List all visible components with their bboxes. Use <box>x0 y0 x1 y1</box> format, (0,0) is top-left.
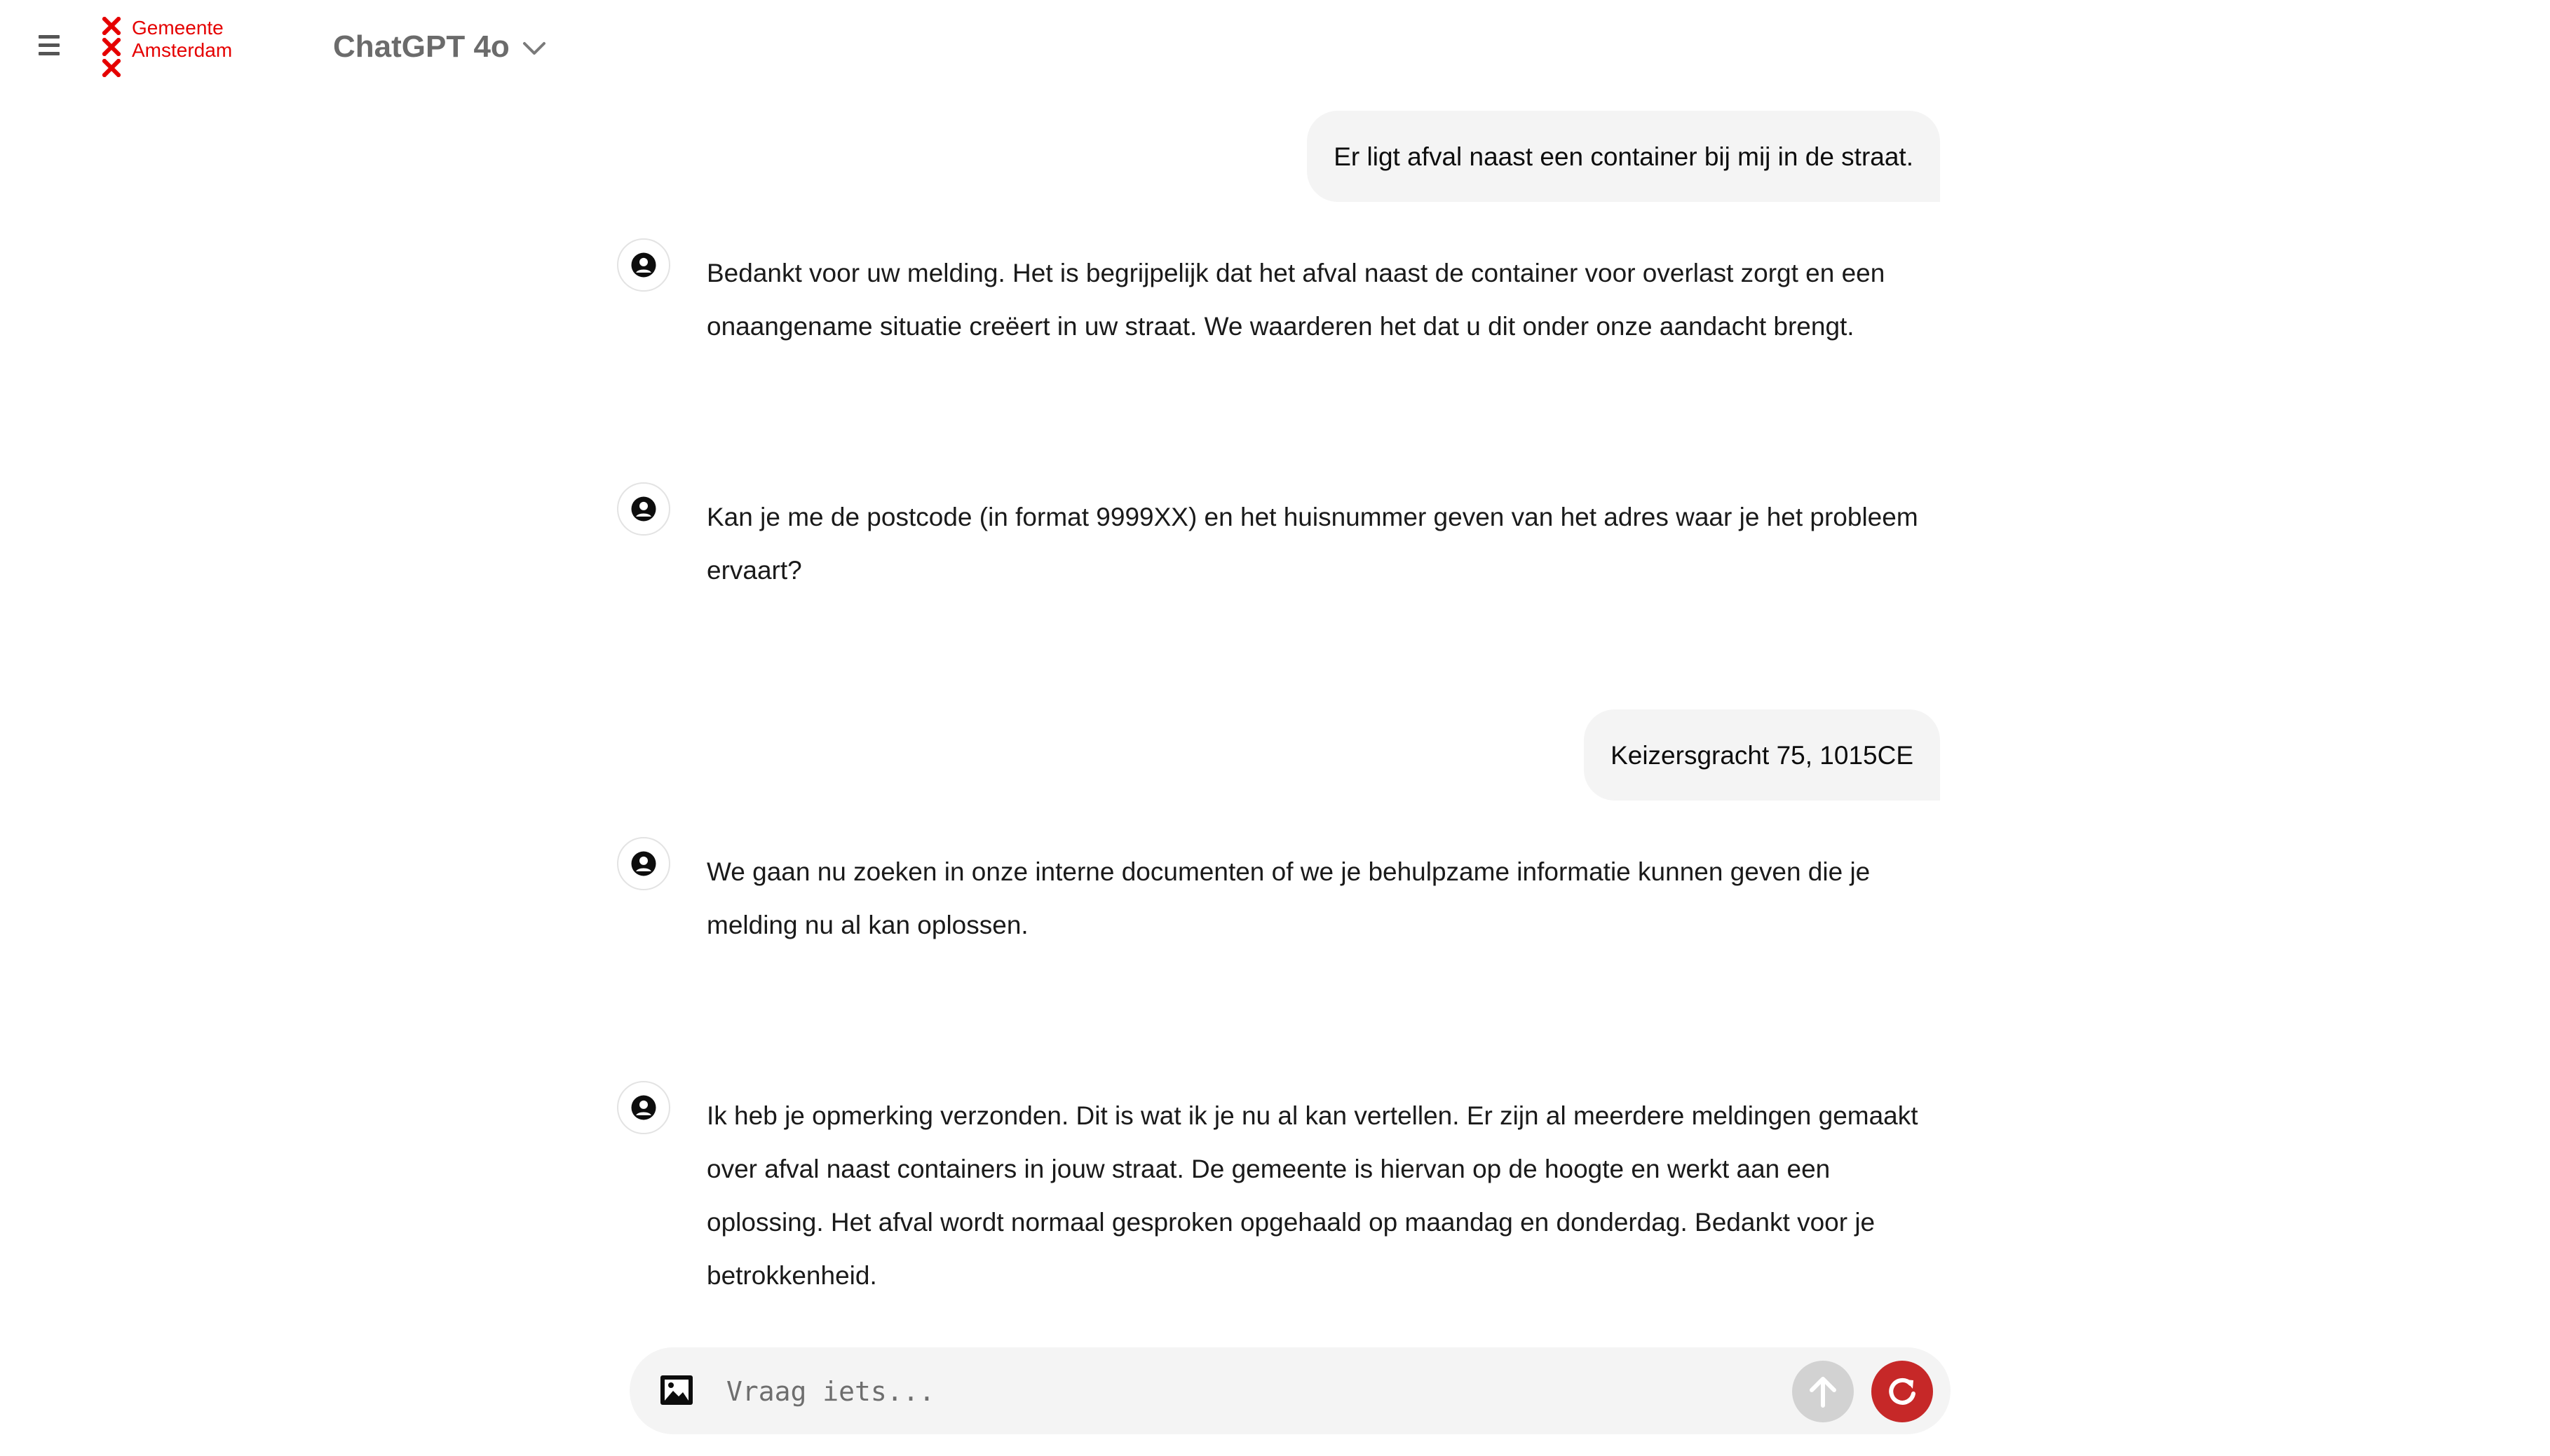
user-circle-icon <box>631 851 656 876</box>
logo-text: Gemeente Amsterdam <box>132 17 232 62</box>
gemeente-amsterdam-logo[interactable]: Gemeente Amsterdam <box>102 17 271 83</box>
send-button[interactable] <box>1792 1361 1854 1422</box>
user-message: Er ligt afval naast een container bij mi… <box>617 111 1942 202</box>
user-message: Keizersgracht 75, 1015CE <box>617 709 1942 801</box>
assistant-avatar <box>617 238 670 292</box>
logo-line-1: Gemeente <box>132 17 224 39</box>
user-circle-icon <box>631 252 656 278</box>
hamburger-icon <box>39 35 60 39</box>
user-circle-icon <box>631 496 656 522</box>
chat-thread: Er ligt afval naast een container bij mi… <box>617 111 1942 1302</box>
header: Gemeente Amsterdam ChatGPT 4o <box>0 0 2550 98</box>
assistant-message-text: Kan je me de postcode (in format 9999XX)… <box>707 503 1918 585</box>
user-message-bubble: Er ligt afval naast een container bij mi… <box>1307 111 1940 202</box>
assistant-message-text: Bedankt voor uw melding. Het is begrijpe… <box>707 259 1885 341</box>
menu-button[interactable] <box>36 35 62 59</box>
arrow-up-icon <box>1810 1377 1836 1408</box>
assistant-message-text: We gaan nu zoeken in onze interne docume… <box>707 857 1871 939</box>
x-crosses-icon <box>102 17 125 80</box>
user-circle-icon <box>631 1095 656 1120</box>
message-composer <box>630 1347 1951 1434</box>
chevron-down-icon <box>522 42 545 55</box>
assistant-message: We gaan nu zoeken in onze interne docume… <box>617 837 1942 952</box>
assistant-avatar <box>617 1081 670 1134</box>
model-selector[interactable]: ChatGPT 4o <box>333 29 546 64</box>
logo-line-2: Amsterdam <box>132 39 233 61</box>
reset-button[interactable] <box>1871 1361 1933 1422</box>
refresh-icon <box>1889 1377 1915 1405</box>
assistant-message: Ik heb je opmerking verzonden. Dit is wa… <box>617 1081 1942 1302</box>
user-message-bubble: Keizersgracht 75, 1015CE <box>1584 709 1940 801</box>
assistant-avatar <box>617 837 670 890</box>
assistant-message: Bedankt voor uw melding. Het is begrijpe… <box>617 238 1942 353</box>
prompt-input[interactable] <box>725 1366 1681 1417</box>
assistant-message-text: Ik heb je opmerking verzonden. Dit is wa… <box>707 1101 1918 1290</box>
assistant-message: Kan je me de postcode (in format 9999XX)… <box>617 482 1942 597</box>
assistant-avatar <box>617 482 670 536</box>
model-name: ChatGPT 4o <box>333 29 510 64</box>
image-icon <box>660 1375 693 1405</box>
attach-image-button[interactable] <box>659 1374 694 1406</box>
